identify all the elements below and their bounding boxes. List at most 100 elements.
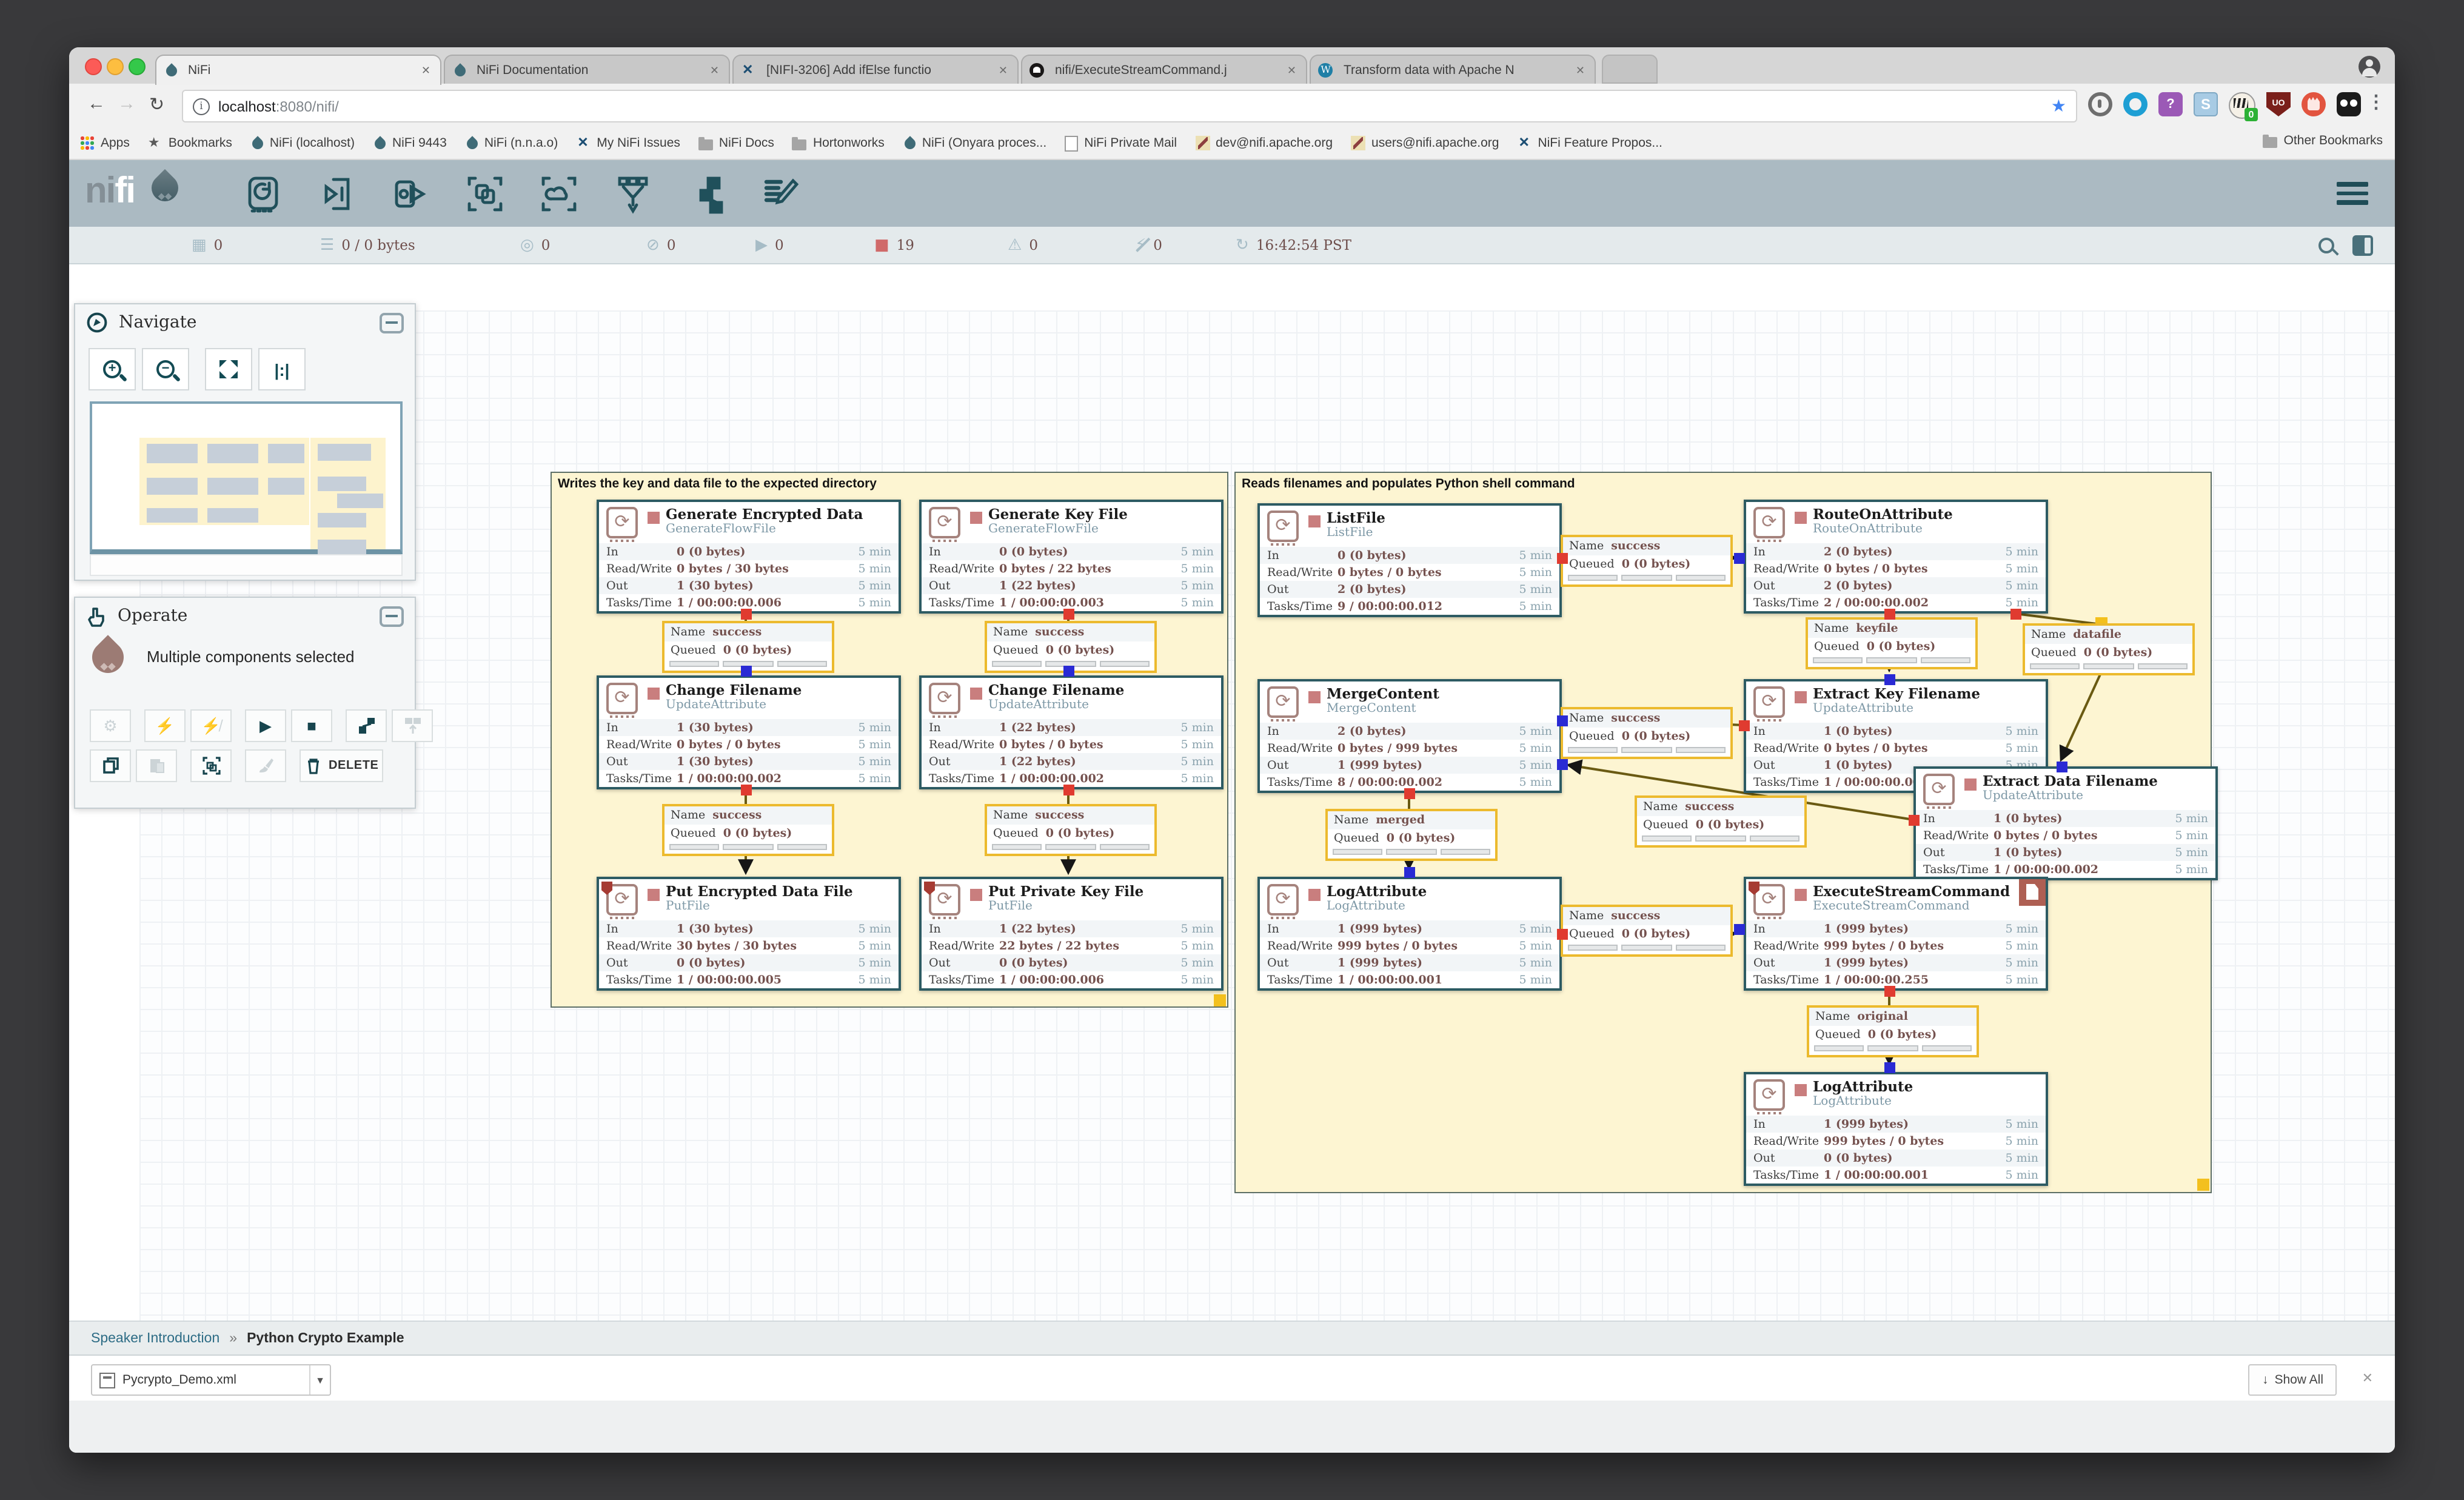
processor-type: PutFile — [988, 900, 1221, 913]
start-button[interactable]: ▶ — [245, 709, 286, 742]
red-port — [741, 609, 752, 620]
stopped-indicator — [648, 512, 660, 524]
collapse-icon[interactable] — [380, 312, 404, 333]
connection-queued-row: Queued0 (0 bytes) — [1808, 638, 1975, 656]
processor-extract-data[interactable]: ⟳Extract Data FilenameUpdateAttributeIn1… — [1913, 766, 2218, 880]
connection-c7-datafile[interactable]: NamedatafileQueued0 (0 bytes) — [2023, 623, 2195, 675]
processor-type: UpdateAttribute — [1813, 702, 2046, 715]
zoom-in-button[interactable]: + — [89, 348, 136, 390]
disable-button[interactable]: ⚡̸ — [190, 709, 232, 742]
minimap[interactable] — [90, 401, 403, 554]
connection-c4-success[interactable]: NamesuccessQueued0 (0 bytes) — [985, 804, 1157, 856]
connection-queued-row: Queued0 (0 bytes) — [1563, 728, 1730, 746]
configure-button[interactable]: ⚙ — [90, 709, 131, 742]
stat-row: Tasks/Time9 / 00:00:00.0125 min — [1260, 598, 1559, 615]
stopped-indicator — [1795, 691, 1807, 703]
processor-name: MergeContent — [1327, 681, 1559, 702]
zoom-out-button[interactable]: − — [142, 348, 189, 390]
stat-row: Read/Write0 bytes / 0 bytes5 min — [1916, 827, 2215, 844]
processor-change-filename-1[interactable]: ⟳Change FilenameUpdateAttributeIn1 (30 b… — [597, 675, 901, 789]
minimap-footer — [90, 554, 403, 576]
queue-progress-bars — [1809, 1044, 1977, 1055]
connection-name-row: Namemerged — [1328, 811, 1495, 829]
processor-merge-content[interactable]: ⟳MergeContentMergeContentIn2 (0 bytes)5 … — [1257, 679, 1562, 793]
stat-row: In2 (0 bytes)5 min — [1746, 543, 2046, 560]
blue-port — [2057, 762, 2067, 772]
stopped-indicator — [1795, 1084, 1807, 1096]
zoom-fit-button[interactable] — [205, 348, 252, 390]
processor-name: Generate Encrypted Data — [666, 502, 899, 523]
processor-exec-stream[interactable]: ⟳ExecuteStreamCommandExecuteStreamComman… — [1744, 877, 2048, 991]
connection-c9-success[interactable]: NamesuccessQueued0 (0 bytes) — [1635, 795, 1807, 848]
processor-icon: ⟳ — [606, 683, 638, 714]
stat-row: Tasks/Time1 / 00:00:00.0055 min — [599, 971, 899, 988]
connection-queued-row: Queued0 (0 bytes) — [1809, 1026, 1977, 1044]
minimap-processor — [207, 508, 258, 523]
delete-button[interactable]: DELETE — [300, 749, 384, 782]
processor-log-attr-1[interactable]: ⟳LogAttributeLogAttributeIn1 (999 bytes)… — [1257, 877, 1562, 991]
processor-log-attr-2[interactable]: ⟳LogAttributeLogAttributeIn1 (999 bytes)… — [1744, 1072, 2048, 1186]
group-button[interactable] — [190, 749, 232, 782]
stat-row: In1 (0 bytes)5 min — [1746, 723, 2046, 740]
processor-header: ⟳Generate Key FileGenerateFlowFile — [922, 502, 1221, 543]
red-port — [1884, 986, 1895, 997]
zoom-actual-button[interactable]: |:| — [258, 348, 306, 390]
selection-drop-icon — [85, 635, 130, 680]
processor-header: ⟳ListFileListFile — [1260, 506, 1559, 547]
stat-row: Out0 (0 bytes)5 min — [599, 954, 899, 971]
processor-icon: ⟳ — [1753, 686, 1785, 718]
minimap-processor — [147, 508, 198, 523]
stat-row: Out1 (30 bytes)5 min — [599, 577, 899, 594]
processor-change-filename-2[interactable]: ⟳Change FilenameUpdateAttributeIn1 (22 b… — [919, 675, 1224, 789]
stat-row: Out1 (999 bytes)5 min — [1260, 954, 1559, 971]
minimap-processor — [318, 540, 366, 554]
stat-row: In0 (0 bytes)5 min — [922, 543, 1221, 560]
connection-queued-row: Queued0 (0 bytes) — [665, 825, 832, 843]
processor-gen-key-file[interactable]: ⟳Generate Key FileGenerateFlowFileIn0 (0… — [919, 500, 1224, 614]
copy-button[interactable] — [90, 749, 131, 782]
connection-c6-keyfile[interactable]: NamekeyfileQueued0 (0 bytes) — [1806, 617, 1978, 669]
connection-c5-success[interactable]: NamesuccessQueued0 (0 bytes) — [1561, 535, 1733, 587]
color-button[interactable] — [245, 749, 286, 782]
processor-header: ⟳Put Private Key FilePutFile — [922, 879, 1221, 920]
processor-name: LogAttribute — [1813, 1074, 2046, 1095]
stopped-indicator — [1964, 778, 1977, 791]
connection-c3-success[interactable]: NamesuccessQueued0 (0 bytes) — [662, 804, 834, 856]
upload-template-button[interactable] — [392, 709, 433, 742]
processor-gen-enc-data[interactable]: ⟳Generate Encrypted DataGenerateFlowFile… — [597, 500, 901, 614]
connection-c11-success[interactable]: NamesuccessQueued0 (0 bytes) — [1561, 905, 1733, 957]
processor-icon: ⟳ — [1267, 884, 1299, 916]
red-port — [1909, 815, 1920, 826]
processor-name: Extract Data Filename — [1983, 769, 2215, 789]
processor-put-priv-key[interactable]: ⟳Put Private Key FilePutFileIn1 (22 byte… — [919, 877, 1224, 991]
processor-listfile[interactable]: ⟳ListFileListFileIn0 (0 bytes)5 minRead/… — [1257, 503, 1562, 617]
connection-name-row: Namesuccess — [1563, 537, 1730, 555]
stat-row: Read/Write30 bytes / 30 bytes5 min — [599, 937, 899, 954]
compass-icon — [86, 312, 108, 333]
paste-button[interactable] — [136, 749, 177, 782]
processor-name: Generate Key File — [988, 502, 1221, 523]
blue-port — [1557, 715, 1568, 726]
processor-route-on-attr[interactable]: ⟳RouteOnAttributeRouteOnAttributeIn2 (0 … — [1744, 500, 2048, 614]
connection-c8-success[interactable]: NamesuccessQueued0 (0 bytes) — [1561, 707, 1733, 759]
queue-progress-bars — [1808, 656, 1975, 667]
screenshot-stage: NiFi✕NiFi Documentation✕[NIFI-3206] Add … — [0, 0, 2464, 1500]
processor-type: ExecuteStreamCommand — [1813, 900, 2046, 913]
minimap-processor — [207, 478, 258, 495]
queue-progress-bars — [2025, 662, 2192, 673]
connection-c10-merged[interactable]: NamemergedQueued0 (0 bytes) — [1325, 809, 1498, 861]
connection-c12-original[interactable]: NameoriginalQueued0 (0 bytes) — [1807, 1005, 1979, 1057]
collapse-icon[interactable] — [380, 606, 404, 626]
connection-name-row: Namesuccess — [665, 623, 832, 641]
stat-row: Read/Write0 bytes / 0 bytes5 min — [922, 736, 1221, 753]
stat-row: Out1 (22 bytes)5 min — [922, 753, 1221, 770]
blue-port — [1557, 759, 1568, 770]
processor-put-enc-data[interactable]: ⟳Put Encrypted Data FilePutFileIn1 (30 b… — [597, 877, 901, 991]
stopped-indicator — [648, 889, 660, 901]
create-template-button[interactable] — [346, 709, 387, 742]
connection-name-row: Namesuccess — [665, 806, 832, 825]
stop-button[interactable]: ■ — [291, 709, 332, 742]
stat-row: Read/Write0 bytes / 0 bytes5 min — [1746, 740, 2046, 757]
stat-row: In1 (22 bytes)5 min — [922, 719, 1221, 736]
enable-button[interactable]: ⚡ — [144, 709, 186, 742]
